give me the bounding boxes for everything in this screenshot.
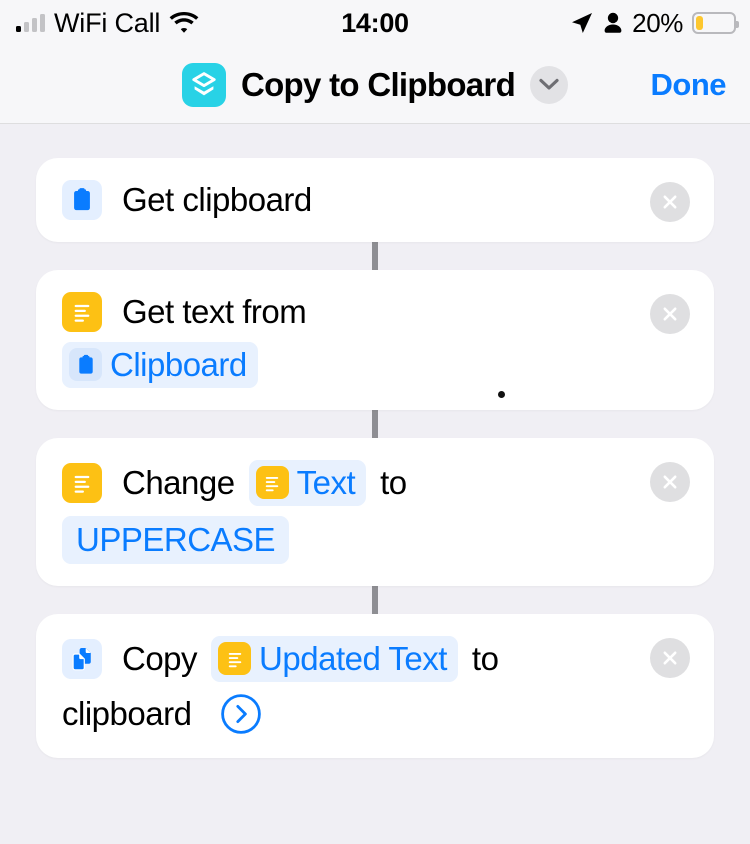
action-text: to — [380, 463, 407, 501]
text-lines-icon — [218, 642, 252, 676]
action-body: Change Text to UPPERCASE — [62, 459, 688, 564]
text-lines-icon — [62, 292, 102, 332]
delete-action-button[interactable] — [650, 294, 690, 334]
chevron-right-circle-icon[interactable] — [219, 692, 263, 736]
action-line: Change Text to — [62, 459, 626, 506]
action-text: Get clipboard — [122, 181, 312, 219]
action-connector — [372, 585, 378, 614]
action-card[interactable]: Copy Updated Text to clipboard — [36, 613, 714, 758]
status-bar-right: 20% — [570, 7, 739, 39]
variable-token-label: Text — [296, 463, 356, 501]
clipboard-icon — [69, 348, 102, 382]
action-line: Get clipboard — [62, 180, 626, 220]
variable-token[interactable]: Clipboard — [62, 342, 258, 388]
page-title: Copy to Clipboard — [240, 65, 516, 103]
action-text: to — [471, 639, 499, 677]
clipboard-icon — [62, 180, 102, 220]
action-card[interactable]: Get text from Clipboard — [36, 270, 714, 410]
action-line: clipboard — [62, 692, 626, 736]
action-connector — [372, 242, 378, 270]
carrier-label: WiFi Call — [54, 7, 161, 38]
action-line: Copy Updated Text to — [62, 635, 626, 682]
variable-token[interactable]: Text — [248, 459, 367, 506]
variable-token-label: Clipboard — [110, 346, 247, 383]
variable-token-label: Updated Text — [259, 639, 447, 677]
copy-documents-icon — [62, 638, 102, 679]
text-lines-icon — [62, 462, 102, 503]
status-bar: WiFi Call 14:00 20% — [0, 0, 750, 46]
text-lines-icon — [255, 466, 289, 500]
action-line: Clipboard — [62, 342, 626, 388]
cellular-signal-icon — [16, 14, 45, 32]
delete-action-button[interactable] — [650, 461, 690, 502]
done-button[interactable]: Done — [651, 67, 727, 103]
delete-action-button[interactable] — [650, 182, 690, 222]
action-body: Get clipboard — [62, 180, 688, 220]
navigation-title-group: Copy to Clipboard — [181, 62, 569, 107]
delete-action-button[interactable] — [650, 637, 690, 678]
action-connector — [372, 409, 378, 438]
option-token[interactable]: UPPERCASE — [62, 515, 290, 564]
battery-percent-label: 20% — [632, 7, 683, 38]
action-card[interactable]: Get clipboard — [36, 158, 714, 242]
action-body: Get text from Clipboard — [62, 292, 688, 388]
battery-icon — [692, 12, 739, 34]
workflow-list: Get clipboard Get text from Clipboard Chang… — [0, 124, 750, 758]
option-token-label: UPPERCASE — [76, 520, 276, 558]
wifi-icon — [169, 12, 199, 33]
chevron-down-icon[interactable] — [530, 65, 569, 104]
cursor-dot — [498, 391, 505, 398]
action-text: Change — [122, 463, 235, 501]
action-text: clipboard — [62, 694, 192, 732]
action-text: Copy — [122, 639, 198, 677]
person-icon — [604, 12, 622, 33]
action-card[interactable]: Change Text to UPPERCASE — [36, 437, 714, 586]
shortcuts-layers-icon — [181, 62, 226, 107]
status-bar-left: WiFi Call — [16, 7, 199, 38]
location-arrow-icon — [572, 13, 593, 33]
action-text: Get text from — [122, 293, 307, 331]
navigation-bar: Copy to Clipboard Done — [0, 46, 750, 124]
action-body: Copy Updated Text to clipboard — [62, 635, 688, 736]
variable-token[interactable]: Updated Text — [211, 635, 458, 682]
clock-label: 14:00 — [341, 7, 409, 38]
action-line: UPPERCASE — [62, 515, 626, 564]
action-line: Get text from — [62, 292, 626, 332]
